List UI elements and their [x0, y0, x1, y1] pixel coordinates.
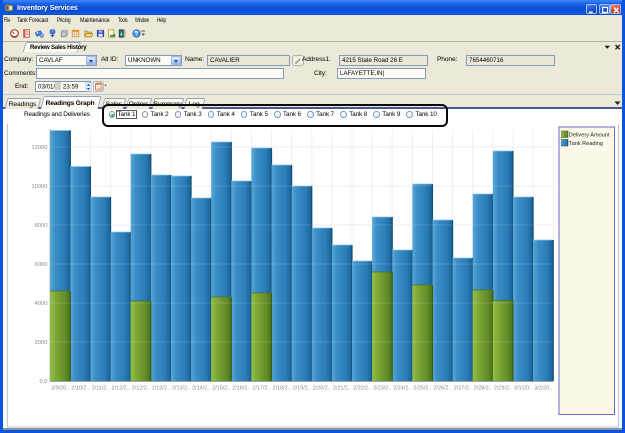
svg-text:2/15/2..: 2/15/2.. [212, 386, 230, 392]
svg-text:2/28/2..: 2/28/2.. [474, 386, 492, 392]
svg-text:2/16/2..: 2/16/2.. [232, 386, 250, 392]
svg-text:2/12/2..: 2/12/2.. [112, 386, 130, 392]
svg-text:0.0: 0.0 [39, 379, 47, 385]
svg-text:2/14/2..: 2/14/2.. [192, 386, 210, 392]
svg-text:2/25/2..: 2/25/2.. [413, 386, 431, 392]
svg-text:10000: 10000 [31, 184, 47, 190]
svg-text:2/22/2..: 2/22/2.. [353, 386, 371, 392]
svg-text:?: ? [134, 31, 138, 38]
svg-text:2/17/2..: 2/17/2.. [253, 386, 271, 392]
svg-text:2/10/2..: 2/10/2.. [71, 386, 89, 392]
svg-text:2/13/2..: 2/13/2.. [152, 386, 170, 392]
svg-text:2/12/2..: 2/12/2.. [132, 386, 150, 392]
svg-text:2/27/2..: 2/27/2.. [454, 386, 472, 392]
svg-text:3/1/20..: 3/1/20.. [514, 386, 532, 392]
svg-text:2/23/2..: 2/23/2.. [373, 386, 391, 392]
svg-text:2/13/2..: 2/13/2.. [172, 386, 190, 392]
svg-text:Delivery Amount: Delivery Amount [569, 133, 610, 139]
svg-text:2000: 2000 [35, 340, 48, 346]
svg-text:2/11/2..: 2/11/2.. [92, 386, 110, 392]
svg-text:2/21/2..: 2/21/2.. [333, 386, 351, 392]
svg-text:2/24/2..: 2/24/2.. [393, 386, 411, 392]
svg-text:2/20/2..: 2/20/2.. [313, 386, 331, 392]
svg-text:3/2/20..: 3/2/20.. [534, 386, 552, 392]
svg-text:12000: 12000 [31, 145, 47, 151]
svg-text:2/19/2..: 2/19/2.. [293, 386, 311, 392]
svg-text:6000: 6000 [35, 262, 48, 268]
svg-text:2/18/2..: 2/18/2.. [273, 386, 291, 392]
svg-text:8000: 8000 [35, 223, 48, 229]
svg-text:2/9/20..: 2/9/20.. [51, 386, 69, 392]
svg-text:2/29/2..: 2/29/2.. [494, 386, 512, 392]
svg-text:2/26/2..: 2/26/2.. [434, 386, 452, 392]
svg-text:Tank Reading: Tank Reading [569, 141, 603, 147]
svg-text:4000: 4000 [35, 301, 48, 307]
svg-text:12: 12 [97, 85, 102, 90]
